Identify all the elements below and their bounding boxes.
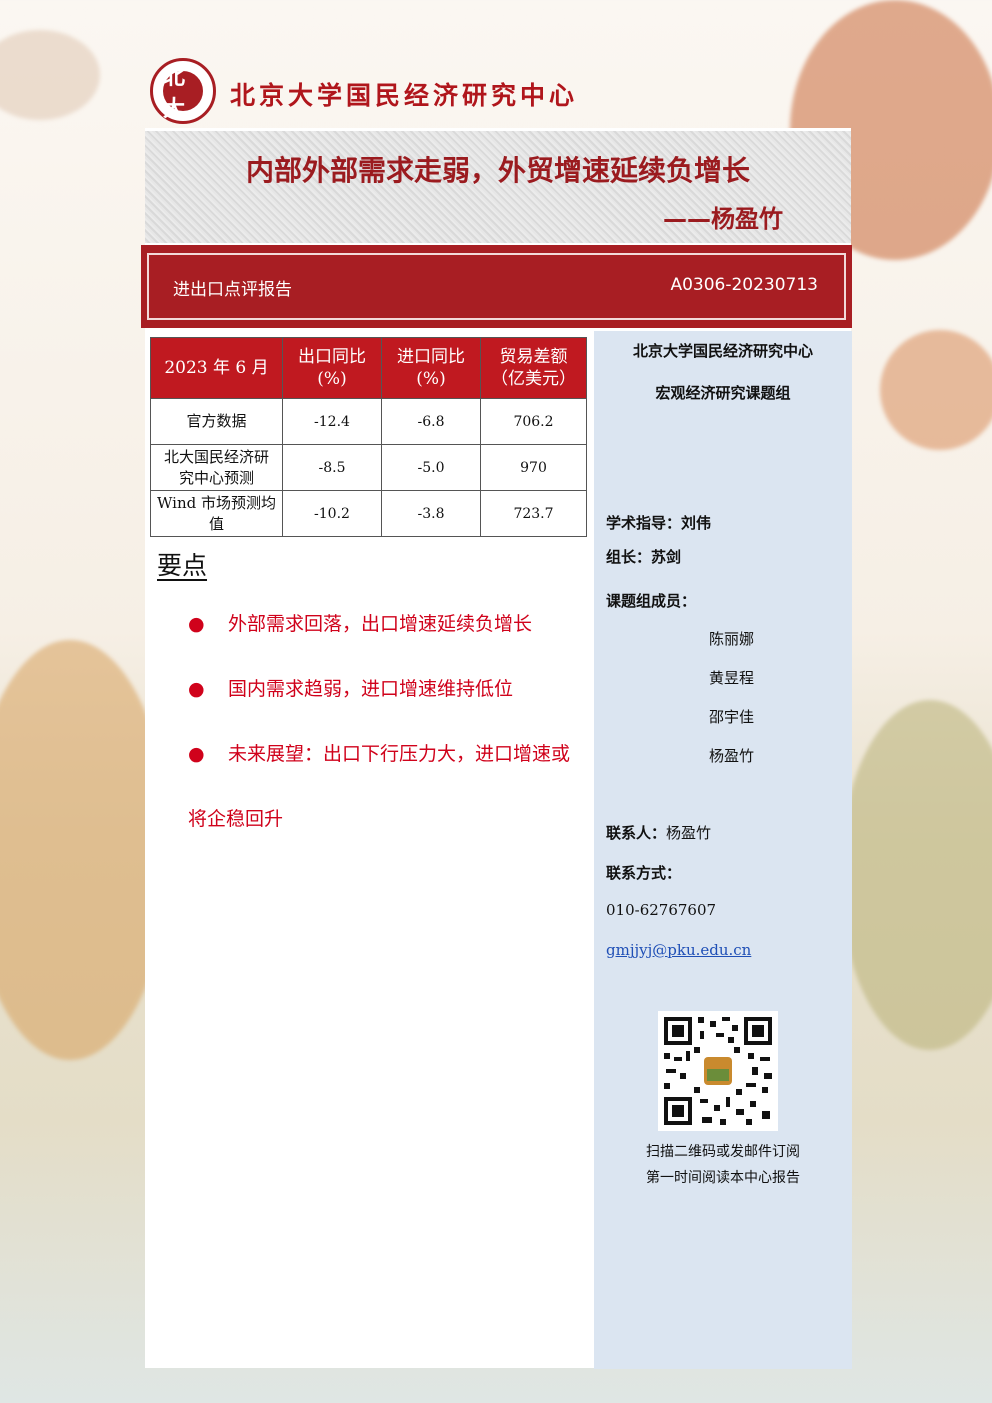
sidebar: 北京大学国民经济研究中心 宏观经济研究课题组 学术指导：刘伟 组长：苏剑 课题组… [594,331,852,1369]
table-row: 官方数据 -12.4 -6.8 706.2 [150,398,587,445]
key-point-item: ● 外部需求回落，出口增速延续负增长 [188,609,532,636]
col-header-text: 出口同比 (%) [298,347,366,389]
balance-value: 970 [480,444,587,491]
member-name: 杨盈竹 [709,747,755,765]
col-header-text: 贸易差额 （亿美元） [491,347,576,389]
key-points-title: 要点 [157,551,208,580]
member-name: 黄昱程 [709,669,755,687]
row-label: Wind 市场预测均值 [150,490,283,537]
advisor-line: 学术指导：刘伟 [606,512,711,533]
col-header-export: 出口同比 (%) [282,337,382,399]
org-name: 北京大学国民经济研究中心 [230,81,579,110]
leader-label: 组长： [606,548,652,566]
contact-name: 杨盈竹 [666,824,712,842]
email-link[interactable]: gmjjyj@pku.edu.cn [606,941,751,959]
key-point-text: 外部需求回落，出口增速延续负增长 [228,613,533,635]
import-value: -5.0 [381,444,481,491]
member-name: 邵宇佳 [709,708,755,726]
table-header-row: 2023 年 6 月 出口同比 (%) 进口同比 (%) 贸易差额 （亿美元） [150,337,587,399]
balance-value: 706.2 [480,398,587,445]
table-row: Wind 市场预测均值 -10.2 -3.8 723.7 [150,490,587,537]
method-label: 联系方式： [606,864,682,882]
members-label: 课题组成员： [606,592,697,610]
member-name: 陈丽娜 [709,630,755,648]
contact-label: 联系人： [606,824,667,842]
university-logo: 北大 [150,58,216,124]
key-point-text: 国内需求趋弱，进口增速维持低位 [228,678,514,700]
advisor-label: 学术指导： [606,514,682,532]
export-value: -10.2 [282,490,382,537]
sidebar-group: 宏观经济研究课题组 [655,384,791,402]
col-header-text: 2023 年 6 月 [164,358,269,378]
row-label: 官方数据 [150,398,283,445]
bullet-icon: ● [188,678,205,700]
report-type: 进出口点评报告 [173,280,292,300]
email-line: gmjjyj@pku.edu.cn [606,941,751,959]
forecast-table: 2023 年 6 月 出口同比 (%) 进口同比 (%) 贸易差额 （亿美元） … [150,337,587,537]
col-header-period: 2023 年 6 月 [150,337,283,399]
background-scenery [840,700,992,1050]
balance-value: 723.7 [480,490,587,537]
qr-code[interactable] [658,1011,778,1131]
import-value: -6.8 [381,398,481,445]
report-code: A0306-20230713 [670,275,818,295]
export-value: -12.4 [282,398,382,445]
bullet-icon: ● [188,613,205,635]
author: ——杨盈竹 [663,205,783,233]
key-point-text: 未来展望：出口下行压力大，进口增速或 [228,743,571,765]
report-info-bar: 进出口点评报告 A0306-20230713 [141,245,852,328]
table-row: 北大国民经济研究中心预测 -8.5 -5.0 970 [150,444,587,491]
advisor-name: 刘伟 [681,514,712,532]
qr-code-graphic [658,1011,778,1131]
logo-mark: 北大 [163,65,203,122]
col-header-balance: 贸易差额 （亿美元） [480,337,587,399]
background-leaf [880,330,992,450]
col-header-text: 进口同比 (%) [397,347,465,389]
leader-name: 苏剑 [651,548,682,566]
key-point-item: ● 未来展望：出口下行压力大，进口增速或 [188,739,570,766]
leader-line: 组长：苏剑 [606,546,681,567]
sidebar-org: 北京大学国民经济研究中心 [632,342,813,360]
contact-line: 联系人：杨盈竹 [606,822,711,843]
page-title: 内部外部需求走弱，外贸增速延续负增长 [245,154,750,187]
key-point-item: ● 国内需求趋弱，进口增速维持低位 [188,674,513,701]
report-info-frame: 进出口点评报告 A0306-20230713 [147,253,846,320]
qr-caption-line-2: 第一时间阅读本中心报告 [646,1170,800,1186]
qr-caption-line-1: 扫描二维码或发邮件订阅 [646,1144,800,1160]
export-value: -8.5 [282,444,382,491]
title-band: 内部外部需求走弱，外贸增速延续负增长 ——杨盈竹 [145,131,851,243]
header: 北大 北京大学国民经济研究中心 [150,58,850,126]
key-point-continuation: 将企稳回升 [188,808,284,830]
import-value: -3.8 [381,490,481,537]
phone-number: 010-62767607 [606,901,717,919]
background-leaf [0,30,100,120]
row-label: 北大国民经济研究中心预测 [150,444,283,491]
bullet-icon: ● [188,743,205,765]
col-header-import: 进口同比 (%) [381,337,481,399]
